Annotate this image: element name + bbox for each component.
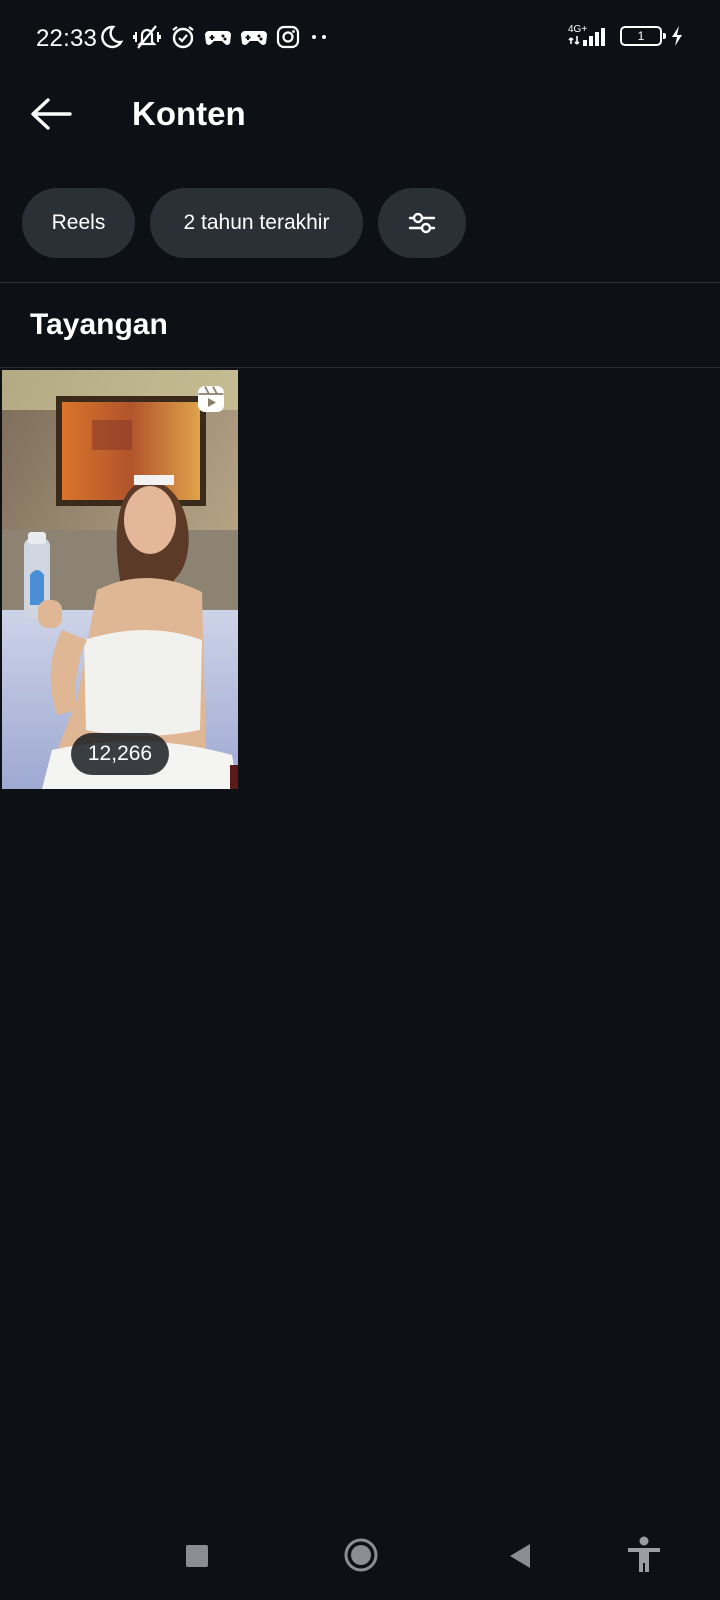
time-period-chip[interactable]: 2 tahun terakhir xyxy=(150,188,363,258)
back-button[interactable] xyxy=(26,92,76,136)
status-bar: 22:33 4G+ 1 xyxy=(0,0,720,80)
views-count-badge: 12,266 xyxy=(71,733,169,775)
status-system-icons: 1 xyxy=(568,24,684,48)
arrow-left-icon xyxy=(31,98,72,130)
accessibility-button[interactable] xyxy=(626,1536,662,1574)
instagram-icon xyxy=(276,25,300,49)
reel-thumbnail-card[interactable]: 12,266 xyxy=(2,370,238,789)
battery-icon: 1 xyxy=(620,26,666,46)
divider xyxy=(0,367,720,368)
sliders-icon xyxy=(408,212,436,234)
square-icon xyxy=(186,1545,208,1567)
status-notification-icons xyxy=(98,24,330,50)
status-time: 22:33 xyxy=(36,25,98,52)
section-title: Tayangan xyxy=(30,308,168,341)
moon-icon xyxy=(101,25,124,49)
page-title: Konten xyxy=(132,95,246,132)
more-dots-icon xyxy=(312,35,326,39)
game-icon xyxy=(205,31,231,45)
recents-button[interactable] xyxy=(186,1545,208,1567)
content-screen: 22:33 4G+ 1 Konten Reels 2 tahun terakhi… xyxy=(0,0,720,1600)
reels-icon xyxy=(198,386,224,412)
charging-icon xyxy=(672,26,682,46)
circle-home-icon xyxy=(344,1538,378,1572)
system-navigation-bar xyxy=(0,1520,720,1600)
filter-button[interactable] xyxy=(378,188,466,258)
content-type-chip[interactable]: Reels xyxy=(22,188,135,258)
alarm-icon xyxy=(172,26,194,49)
accessibility-icon xyxy=(628,1536,660,1572)
signal-icon xyxy=(568,28,605,46)
back-nav-button[interactable] xyxy=(508,1543,532,1569)
divider xyxy=(0,282,720,283)
triangle-back-icon xyxy=(510,1544,530,1568)
reel-thumbnail-image xyxy=(2,370,238,789)
vibrate-off-icon xyxy=(133,25,161,49)
home-button[interactable] xyxy=(344,1538,378,1572)
game-icon xyxy=(241,31,267,45)
